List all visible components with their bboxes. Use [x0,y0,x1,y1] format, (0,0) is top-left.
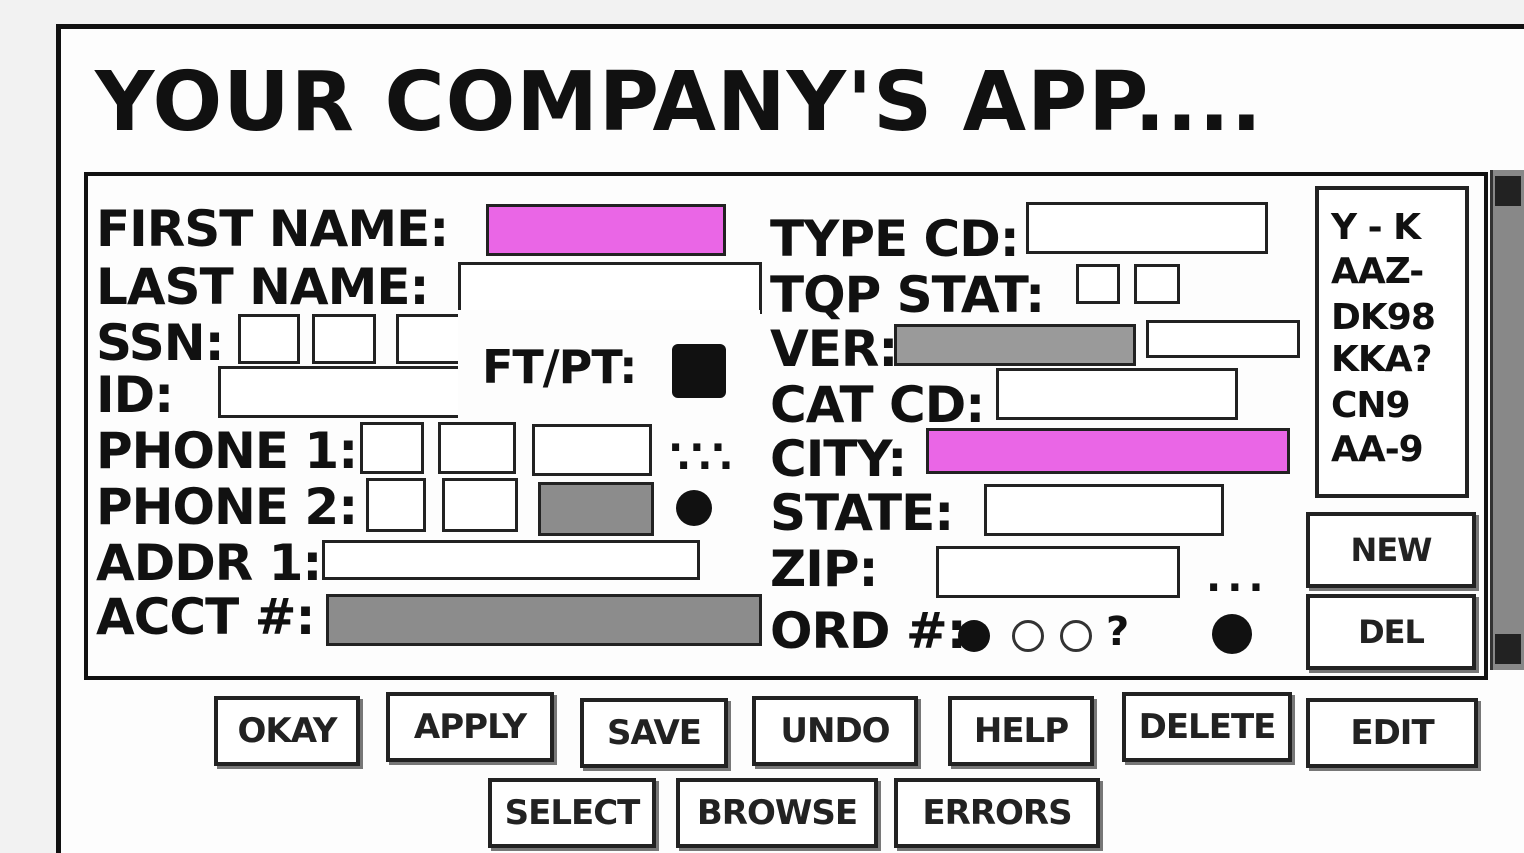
ssn-label: SSN: [96,314,225,372]
ver-field-2[interactable] [1146,320,1300,358]
browse-button[interactable]: BROWSE [676,778,878,848]
acct-label: ACCT #: [96,588,315,646]
phone2-line-field [538,482,654,536]
zip-field[interactable] [936,546,1180,598]
ssn-field-2[interactable] [312,314,376,364]
select-button[interactable]: SELECT [488,778,656,848]
id-label: ID: [96,366,174,424]
list-item[interactable]: Y - K [1331,210,1421,246]
type-cd-field[interactable] [1026,202,1268,254]
cat-cd-label: CAT CD: [770,376,985,434]
ver-label: VER: [770,320,898,378]
last-name-label: LAST NAME: [96,258,430,316]
help-button[interactable]: HELP [948,696,1094,766]
ord-label: ORD #: [770,602,967,660]
app-title: YOUR COMPANY'S APP.... [95,55,1263,150]
ftpt-toggle[interactable] [672,344,726,398]
first-name-field[interactable] [486,204,726,256]
scroll-up-icon[interactable] [1495,176,1521,206]
ftpt-label: FT/PT: [482,340,638,394]
list-item[interactable]: KKA? [1331,342,1433,378]
delete-button[interactable]: DELETE [1122,692,1292,762]
errors-button[interactable]: ERRORS [894,778,1100,848]
phone2-area-field[interactable] [366,478,426,532]
city-more[interactable]: ... [676,436,740,476]
tqp-stat-label: TQP STAT: [770,266,1045,324]
zip-label: ZIP: [770,540,878,598]
new-button[interactable]: NEW [1306,512,1476,588]
type-cd-label: TYPE CD: [770,210,1020,268]
tqp-stat-checkbox-2[interactable] [1134,264,1180,304]
scroll-down-icon[interactable] [1495,634,1521,664]
ord-question-mark: ? [1106,609,1129,655]
ssn-field-1[interactable] [238,314,300,364]
list-item[interactable]: CN9 [1331,388,1411,424]
cat-cd-field[interactable] [996,368,1238,420]
first-name-label: FIRST NAME: [96,200,449,258]
addr1-field[interactable] [322,540,700,580]
ssn-field-3[interactable] [396,314,466,364]
undo-button[interactable]: UNDO [752,696,918,766]
state-label: STATE: [770,484,954,542]
zip-more[interactable]: ... [1206,558,1270,598]
phone2-label: PHONE 2: [96,478,358,536]
ord-radio-1[interactable] [958,620,990,652]
del-button[interactable]: DEL [1306,594,1476,670]
ftpt-popup: FT/PT: [458,310,760,420]
list-item[interactable]: DK98 [1331,300,1436,336]
ord-radio-4[interactable] [1212,614,1252,654]
addr1-label: ADDR 1: [96,534,322,592]
state-field[interactable] [984,484,1224,536]
phone1-label: PHONE 1: [96,422,358,480]
save-button[interactable]: SAVE [580,698,728,768]
city-label: CITY: [770,430,907,488]
list-item[interactable]: AAZ- [1331,254,1424,290]
tqp-stat-checkbox-1[interactable] [1076,264,1120,304]
code-listbox[interactable]: Y - K AAZ- DK98 KKA? CN9 AA-9 [1315,186,1469,498]
acct-field [326,594,762,646]
list-item[interactable]: AA-9 [1331,432,1424,468]
city-field[interactable] [926,428,1290,474]
last-name-field[interactable] [458,262,762,314]
ord-radio-3[interactable] [1060,620,1092,652]
phone2-radio[interactable] [676,490,712,526]
id-field[interactable] [218,366,462,418]
edit-button[interactable]: EDIT [1306,698,1478,768]
okay-button[interactable]: OKAY [214,696,360,766]
phone1-prefix-field[interactable] [438,422,516,474]
ord-radio-2[interactable] [1012,620,1044,652]
phone1-area-field[interactable] [360,422,424,474]
phone2-prefix-field[interactable] [442,478,518,532]
ver-field-1 [894,324,1136,366]
vertical-scrollbar[interactable] [1490,170,1524,670]
apply-button[interactable]: APPLY [386,692,554,762]
phone1-line-field[interactable] [532,424,652,476]
